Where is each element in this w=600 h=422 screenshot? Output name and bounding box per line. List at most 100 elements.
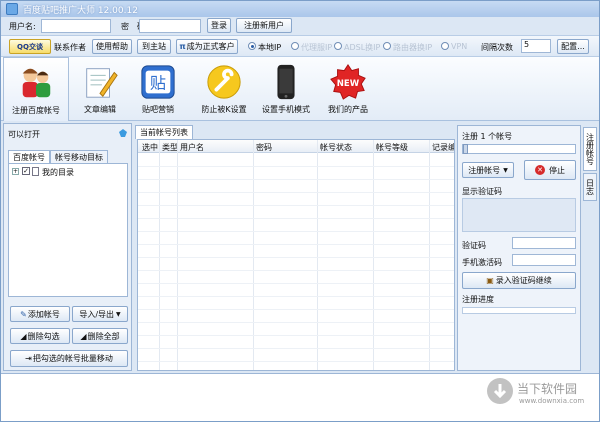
import-export-button[interactable]: 导入/导出 ▼ (72, 306, 128, 322)
register-user-button[interactable]: 注册新用户 (236, 18, 292, 33)
toolbar-anti-ban-settings-label: 防止被K设置 (201, 105, 247, 114)
grid-row-divider (138, 361, 454, 362)
toolbar-tieba-marketing-label: 贴吧营销 (142, 105, 174, 114)
toolbar-anti-ban-settings[interactable]: 防止被K设置 (191, 57, 257, 121)
batch-move-button[interactable]: ⇥ 把勾选的帐号批量移动 (10, 350, 128, 367)
tree-expand-icon[interactable]: + (12, 168, 19, 175)
home-button[interactable]: 到主站 (137, 39, 171, 54)
grid-row-divider (138, 335, 454, 336)
col-password[interactable]: 密码 (256, 142, 272, 153)
watermark-site: 当下软件园 (517, 382, 578, 396)
add-account-label: 添加帐号 (27, 309, 60, 319)
grid-row-divider (138, 231, 454, 232)
app-icon (6, 3, 18, 15)
captcha-input[interactable] (512, 237, 576, 249)
toolbar-mobile-mode[interactable]: 设置手机模式 (253, 57, 319, 121)
captcha-image-area (462, 198, 576, 232)
ip-mode-vpn-radio[interactable] (441, 42, 449, 50)
grid-row-divider (138, 322, 454, 323)
grid-row-divider (138, 218, 454, 219)
pi-icon: π (179, 42, 186, 51)
toolbar-article-edit-label: 文章编辑 (84, 105, 116, 114)
vtab-register[interactable]: 注册帐号 (583, 127, 597, 171)
stop-button[interactable]: ✕ 停止 (524, 160, 576, 180)
title-bar: 百度贴吧推广大师 12.00.12 (1, 1, 599, 17)
toolbar-article-edit[interactable]: 文章编辑 (67, 57, 133, 121)
delete-all-button[interactable]: ◢ 删除全部 (72, 328, 128, 344)
tab-move-target[interactable]: 帐号移动目标 (50, 150, 108, 163)
become-customer-button[interactable]: π 成为正式客户 (176, 39, 238, 54)
grid-row-divider (138, 244, 454, 245)
ip-mode-router-radio[interactable] (383, 42, 391, 50)
captcha-label: 验证码 (462, 241, 486, 250)
vtab-log[interactable]: 日志 (583, 173, 597, 201)
svg-text:贴: 贴 (150, 74, 166, 93)
col-record-id[interactable]: 记录编 (432, 142, 454, 153)
dropdown-arrow-icon: ▼ (503, 166, 508, 174)
ip-mode-proxy-label: 代理服IP (301, 43, 333, 52)
ip-mode-local-radio[interactable] (248, 42, 256, 50)
captcha-display-label: 显示验证码 (462, 187, 502, 196)
dropdown-arrow-icon: ▼ (116, 310, 121, 318)
file-icon (32, 167, 39, 176)
users-icon (22, 68, 51, 98)
tieba-icon: 贴 (141, 65, 175, 99)
submit-captcha-button[interactable]: ▣ 录入验证码继续 (462, 272, 576, 289)
col-account-level[interactable]: 帐号等级 (376, 142, 408, 153)
stop-label: 停止 (549, 165, 565, 175)
accounts-grid: 选中 类型 用户名 密码 帐号状态 帐号等级 记录编 (137, 139, 455, 371)
help-button[interactable]: 使用帮助 (92, 39, 132, 54)
ip-mode-adsl-radio[interactable] (334, 42, 342, 50)
become-customer-label: 成为正式客户 (186, 42, 235, 51)
delete-all-label: 删除全部 (87, 331, 120, 341)
grid-row-divider (138, 348, 454, 349)
ip-mode-vpn-label: VPN (451, 42, 468, 51)
register-account-label: 注册帐号 (468, 165, 501, 175)
toolbar-register-accounts[interactable]: 注册百度帐号 (3, 57, 69, 121)
config-button[interactable]: 配置... (557, 39, 589, 54)
window-title: 百度贴吧推广大师 12.00.12 (23, 6, 138, 16)
contact-author-link[interactable]: 联系作者 (54, 42, 86, 53)
redial-count-input[interactable]: 5 (521, 39, 551, 53)
col-username[interactable]: 用户名 (180, 142, 204, 153)
tab-current-accounts[interactable]: 当前帐号列表 (135, 125, 193, 139)
toolbar-our-products[interactable]: NEW 我们的产品 (315, 57, 381, 121)
col-type[interactable]: 类型 (162, 142, 178, 153)
password-input[interactable] (139, 19, 201, 33)
grid-row-divider (138, 283, 454, 284)
tab-baidu-accounts[interactable]: 百度帐号 (8, 150, 50, 163)
toolbar-tieba-marketing[interactable]: 贴 贴吧营销 (125, 57, 191, 121)
grid-row-divider (138, 296, 454, 297)
stop-icon: ✕ (535, 165, 545, 175)
grid-row-divider (138, 166, 454, 167)
right-panel: 注册 1 个帐号 注册帐号 ▼ ✕ 停止 显示验证码 验证码 手机激活码 ▣ 录… (457, 125, 581, 371)
import-export-label: 导入/导出 (79, 309, 115, 319)
col-account-status[interactable]: 帐号状态 (320, 142, 352, 153)
phone-code-label: 手机激活码 (462, 258, 502, 267)
options-bar: QQ交谈 联系作者 使用帮助 到主站 π 成为正式客户 本地IP 代理服IP A… (1, 35, 599, 57)
grid-row-divider (138, 205, 454, 206)
download-logo-icon (487, 378, 513, 404)
grid-row-divider (138, 270, 454, 271)
eraser-icon: ◢ (80, 331, 87, 341)
svg-text:NEW: NEW (337, 79, 360, 89)
register-slider[interactable] (462, 144, 576, 154)
login-button[interactable]: 登录 (207, 18, 231, 33)
ip-mode-proxy-radio[interactable] (291, 42, 299, 50)
tree-root-label[interactable]: 我的目录 (42, 167, 74, 178)
qq-chat-button[interactable]: QQ交谈 (9, 39, 51, 54)
username-input[interactable] (41, 19, 111, 33)
new-badge-icon: NEW (330, 64, 366, 100)
tree-checkbox[interactable]: ✓ (22, 167, 30, 175)
delete-checked-label: 删除勾选 (27, 331, 60, 341)
grid-row-divider (138, 309, 454, 310)
grid-header: 选中 类型 用户名 密码 帐号状态 帐号等级 记录编 (138, 140, 454, 153)
slider-thumb[interactable] (463, 144, 468, 154)
delete-checked-button[interactable]: ◢ 删除勾选 (10, 328, 70, 344)
progress-label: 注册进度 (462, 295, 494, 304)
phone-code-input[interactable] (512, 254, 576, 266)
col-selected[interactable]: 选中 (142, 142, 158, 153)
refresh-icon[interactable] (118, 128, 128, 138)
register-account-button[interactable]: 注册帐号 ▼ (462, 162, 514, 178)
add-account-button[interactable]: ✎ 添加帐号 (10, 306, 70, 322)
